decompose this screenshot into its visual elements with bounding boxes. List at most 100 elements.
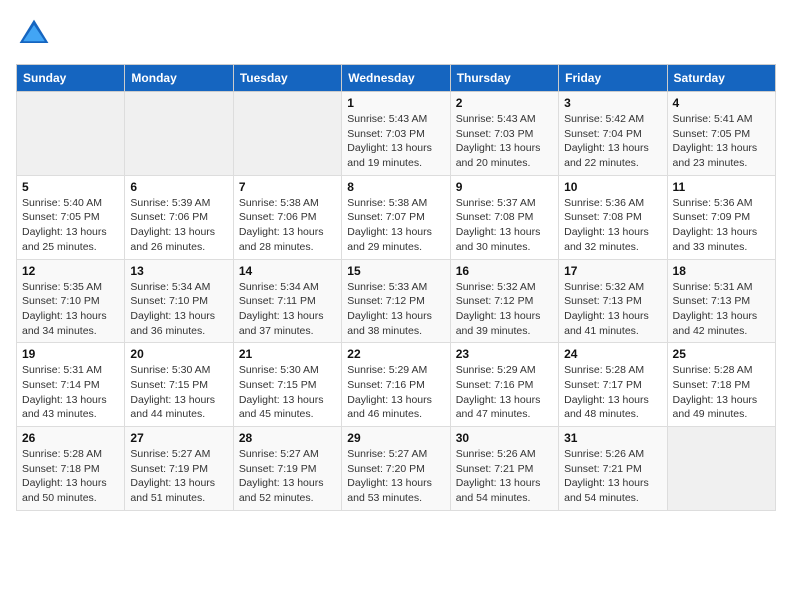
weekday-header: Sunday xyxy=(17,65,125,92)
day-number: 30 xyxy=(456,431,553,445)
day-number: 14 xyxy=(239,264,336,278)
day-number: 28 xyxy=(239,431,336,445)
weekday-header: Tuesday xyxy=(233,65,341,92)
calendar-cell: 1 Sunrise: 5:43 AM Sunset: 7:03 PM Daylig… xyxy=(342,92,450,176)
day-number: 25 xyxy=(673,347,770,361)
day-number: 29 xyxy=(347,431,444,445)
calendar-cell: 25 Sunrise: 5:28 AM Sunset: 7:18 PM Dayli… xyxy=(667,343,775,427)
day-number: 27 xyxy=(130,431,227,445)
day-info: Sunrise: 5:34 AM Sunset: 7:10 PM Dayligh… xyxy=(130,280,227,339)
calendar-cell: 28Sunrise: 5:27 AM Sunset: 7:19 PM Dayli… xyxy=(233,427,341,511)
day-number: 7 xyxy=(239,180,336,194)
calendar-cell: 27Sunrise: 5:27 AM Sunset: 7:19 PM Dayli… xyxy=(125,427,233,511)
weekday-header: Thursday xyxy=(450,65,558,92)
weekday-header: Friday xyxy=(559,65,667,92)
day-number: 12 xyxy=(22,264,119,278)
calendar-cell xyxy=(233,92,341,176)
calendar-cell: 18Sunrise: 5:31 AM Sunset: 7:13 PM Dayli… xyxy=(667,259,775,343)
calendar-cell: 11 Sunrise: 5:36 AM Sunset: 7:09 PM Dayli… xyxy=(667,175,775,259)
day-info: Sunrise: 5:33 AM Sunset: 7:12 PM Dayligh… xyxy=(347,280,444,339)
calendar-cell: 21 Sunrise: 5:30 AM Sunset: 7:15 PM Dayli… xyxy=(233,343,341,427)
calendar-cell: 6 Sunrise: 5:39 AM Sunset: 7:06 PM Daylig… xyxy=(125,175,233,259)
calendar-cell xyxy=(667,427,775,511)
calendar-cell xyxy=(125,92,233,176)
calendar-week-row: 12 Sunrise: 5:35 AM Sunset: 7:10 PM Dayli… xyxy=(17,259,776,343)
calendar-cell: 8Sunrise: 5:38 AM Sunset: 7:07 PM Daylig… xyxy=(342,175,450,259)
day-number: 6 xyxy=(130,180,227,194)
day-number: 17 xyxy=(564,264,661,278)
calendar-table: SundayMondayTuesdayWednesdayThursdayFrid… xyxy=(16,64,776,511)
day-info: Sunrise: 5:35 AM Sunset: 7:10 PM Dayligh… xyxy=(22,280,119,339)
day-number: 21 xyxy=(239,347,336,361)
logo xyxy=(16,16,56,52)
calendar-cell: 22Sunrise: 5:29 AM Sunset: 7:16 PM Dayli… xyxy=(342,343,450,427)
day-info: Sunrise: 5:36 AM Sunset: 7:08 PM Dayligh… xyxy=(564,196,661,255)
day-info: Sunrise: 5:32 AM Sunset: 7:13 PM Dayligh… xyxy=(564,280,661,339)
calendar-cell: 31 Sunrise: 5:26 AM Sunset: 7:21 PM Dayli… xyxy=(559,427,667,511)
day-number: 15 xyxy=(347,264,444,278)
day-info: Sunrise: 5:31 AM Sunset: 7:13 PM Dayligh… xyxy=(673,280,770,339)
day-info: Sunrise: 5:40 AM Sunset: 7:05 PM Dayligh… xyxy=(22,196,119,255)
day-info: Sunrise: 5:28 AM Sunset: 7:17 PM Dayligh… xyxy=(564,363,661,422)
calendar-cell: 14 Sunrise: 5:34 AM Sunset: 7:11 PM Dayli… xyxy=(233,259,341,343)
weekday-header: Monday xyxy=(125,65,233,92)
calendar-header-row: SundayMondayTuesdayWednesdayThursdayFrid… xyxy=(17,65,776,92)
day-number: 11 xyxy=(673,180,770,194)
day-number: 1 xyxy=(347,96,444,110)
calendar-week-row: 1 Sunrise: 5:43 AM Sunset: 7:03 PM Daylig… xyxy=(17,92,776,176)
calendar-cell: 2Sunrise: 5:43 AM Sunset: 7:03 PM Daylig… xyxy=(450,92,558,176)
page-header xyxy=(16,16,776,52)
calendar-week-row: 5Sunrise: 5:40 AM Sunset: 7:05 PM Daylig… xyxy=(17,175,776,259)
day-info: Sunrise: 5:42 AM Sunset: 7:04 PM Dayligh… xyxy=(564,112,661,171)
logo-icon xyxy=(16,16,52,52)
calendar-cell: 29 Sunrise: 5:27 AM Sunset: 7:20 PM Dayli… xyxy=(342,427,450,511)
day-info: Sunrise: 5:38 AM Sunset: 7:06 PM Dayligh… xyxy=(239,196,336,255)
day-info: Sunrise: 5:27 AM Sunset: 7:20 PM Dayligh… xyxy=(347,447,444,506)
calendar-cell: 12 Sunrise: 5:35 AM Sunset: 7:10 PM Dayli… xyxy=(17,259,125,343)
calendar-cell: 7 Sunrise: 5:38 AM Sunset: 7:06 PM Daylig… xyxy=(233,175,341,259)
day-info: Sunrise: 5:41 AM Sunset: 7:05 PM Dayligh… xyxy=(673,112,770,171)
day-info: Sunrise: 5:38 AM Sunset: 7:07 PM Dayligh… xyxy=(347,196,444,255)
day-info: Sunrise: 5:34 AM Sunset: 7:11 PM Dayligh… xyxy=(239,280,336,339)
calendar-cell: 20Sunrise: 5:30 AM Sunset: 7:15 PM Dayli… xyxy=(125,343,233,427)
calendar-cell: 17 Sunrise: 5:32 AM Sunset: 7:13 PM Dayli… xyxy=(559,259,667,343)
day-number: 16 xyxy=(456,264,553,278)
calendar-cell: 23Sunrise: 5:29 AM Sunset: 7:16 PM Dayli… xyxy=(450,343,558,427)
calendar-cell: 15 Sunrise: 5:33 AM Sunset: 7:12 PM Dayli… xyxy=(342,259,450,343)
calendar-cell: 5Sunrise: 5:40 AM Sunset: 7:05 PM Daylig… xyxy=(17,175,125,259)
calendar-cell: 3 Sunrise: 5:42 AM Sunset: 7:04 PM Daylig… xyxy=(559,92,667,176)
calendar-cell: 4Sunrise: 5:41 AM Sunset: 7:05 PM Daylig… xyxy=(667,92,775,176)
day-number: 26 xyxy=(22,431,119,445)
calendar-body: 1 Sunrise: 5:43 AM Sunset: 7:03 PM Daylig… xyxy=(17,92,776,511)
day-number: 31 xyxy=(564,431,661,445)
day-info: Sunrise: 5:43 AM Sunset: 7:03 PM Dayligh… xyxy=(347,112,444,171)
day-number: 23 xyxy=(456,347,553,361)
calendar-cell: 19Sunrise: 5:31 AM Sunset: 7:14 PM Dayli… xyxy=(17,343,125,427)
calendar-cell: 26 Sunrise: 5:28 AM Sunset: 7:18 PM Dayli… xyxy=(17,427,125,511)
calendar-cell: 30Sunrise: 5:26 AM Sunset: 7:21 PM Dayli… xyxy=(450,427,558,511)
calendar-week-row: 19Sunrise: 5:31 AM Sunset: 7:14 PM Dayli… xyxy=(17,343,776,427)
day-info: Sunrise: 5:30 AM Sunset: 7:15 PM Dayligh… xyxy=(239,363,336,422)
weekday-header: Saturday xyxy=(667,65,775,92)
day-info: Sunrise: 5:36 AM Sunset: 7:09 PM Dayligh… xyxy=(673,196,770,255)
day-number: 9 xyxy=(456,180,553,194)
day-info: Sunrise: 5:32 AM Sunset: 7:12 PM Dayligh… xyxy=(456,280,553,339)
day-number: 10 xyxy=(564,180,661,194)
calendar-cell: 16 Sunrise: 5:32 AM Sunset: 7:12 PM Dayli… xyxy=(450,259,558,343)
day-info: Sunrise: 5:29 AM Sunset: 7:16 PM Dayligh… xyxy=(347,363,444,422)
calendar-cell: 13 Sunrise: 5:34 AM Sunset: 7:10 PM Dayli… xyxy=(125,259,233,343)
weekday-header: Wednesday xyxy=(342,65,450,92)
calendar-cell: 10 Sunrise: 5:36 AM Sunset: 7:08 PM Dayli… xyxy=(559,175,667,259)
calendar-cell: 9 Sunrise: 5:37 AM Sunset: 7:08 PM Daylig… xyxy=(450,175,558,259)
day-number: 24 xyxy=(564,347,661,361)
day-info: Sunrise: 5:26 AM Sunset: 7:21 PM Dayligh… xyxy=(564,447,661,506)
day-info: Sunrise: 5:30 AM Sunset: 7:15 PM Dayligh… xyxy=(130,363,227,422)
day-info: Sunrise: 5:28 AM Sunset: 7:18 PM Dayligh… xyxy=(673,363,770,422)
calendar-cell xyxy=(17,92,125,176)
day-number: 3 xyxy=(564,96,661,110)
day-number: 13 xyxy=(130,264,227,278)
day-info: Sunrise: 5:39 AM Sunset: 7:06 PM Dayligh… xyxy=(130,196,227,255)
day-info: Sunrise: 5:28 AM Sunset: 7:18 PM Dayligh… xyxy=(22,447,119,506)
calendar-cell: 24 Sunrise: 5:28 AM Sunset: 7:17 PM Dayli… xyxy=(559,343,667,427)
day-info: Sunrise: 5:37 AM Sunset: 7:08 PM Dayligh… xyxy=(456,196,553,255)
